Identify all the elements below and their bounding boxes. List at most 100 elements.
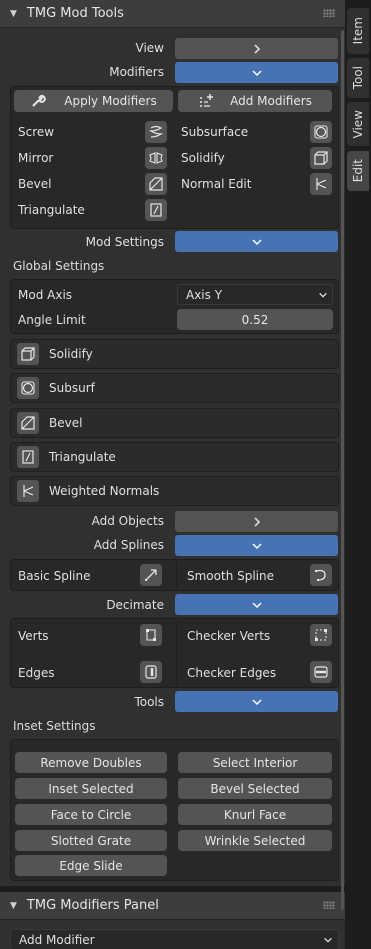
tab-tool-label: Tool: [351, 66, 365, 90]
normal-edit-icon: [316, 178, 327, 190]
wrench-icon: [32, 94, 47, 107]
mirror-button[interactable]: [145, 147, 167, 169]
subsurf-toggle[interactable]: [17, 377, 39, 399]
modifiers-expand-button[interactable]: [175, 62, 338, 83]
mirror-label: Mirror: [18, 151, 54, 165]
solidify-row[interactable]: Solidify: [10, 339, 339, 369]
chevron-down-icon: [251, 698, 262, 705]
tools-expand-button[interactable]: [175, 691, 338, 712]
edge-slide-button[interactable]: Edge Slide: [15, 855, 167, 876]
view-expand-button[interactable]: [175, 38, 338, 59]
chevron-down-icon: [324, 937, 332, 943]
tab-view[interactable]: View: [347, 102, 369, 146]
face-to-circle-button[interactable]: Face to Circle: [15, 804, 167, 825]
weighted-normals-toggle[interactable]: [17, 480, 39, 502]
bevel-icon: [149, 177, 163, 191]
add-modifier-label: Add Modifier: [19, 932, 95, 947]
inset-selected-button[interactable]: Inset Selected: [15, 778, 167, 799]
bevel-selected-button[interactable]: Bevel Selected: [178, 778, 332, 799]
panel-title: TMG Mod Tools: [26, 6, 124, 21]
add-objects-label: Add Objects: [91, 514, 164, 528]
chevron-down-icon: [251, 542, 262, 549]
apply-modifiers-button[interactable]: Apply Modifiers: [14, 90, 173, 112]
solidify-icon: [314, 151, 328, 165]
inset-settings-title: Inset Settings: [13, 719, 96, 733]
mod-axis-label: Mod Axis: [18, 288, 73, 302]
basic-spline-label: Basic Spline: [18, 569, 91, 583]
wrinkle-selected-button[interactable]: Wrinkle Selected: [178, 830, 332, 851]
checker-edges-button[interactable]: [310, 661, 332, 683]
screw-button[interactable]: [145, 121, 167, 143]
angle-limit-value: 0.52: [241, 312, 269, 327]
add-splines-label: Add Splines: [93, 538, 164, 552]
normal-edit-label: Normal Edit: [181, 177, 252, 191]
smooth-spline-button[interactable]: [310, 564, 332, 586]
modifiers-panel-title: TMG Modifiers Panel: [26, 898, 159, 913]
triangulate-row[interactable]: Triangulate: [10, 442, 339, 472]
decimate-box: [10, 618, 339, 688]
triangulate-button[interactable]: [145, 199, 167, 221]
angle-limit-field[interactable]: 0.52: [177, 309, 333, 330]
modifiers-panel-header[interactable]: ▼ TMG Modifiers Panel: [0, 892, 345, 920]
normal-edit-button[interactable]: [310, 173, 332, 195]
tab-tool[interactable]: Tool: [347, 58, 369, 98]
add-modifier-dropdown[interactable]: Add Modifier: [10, 929, 339, 949]
drag-grip-icon[interactable]: [323, 901, 335, 909]
collapse-triangle-icon[interactable]: ▼: [10, 9, 17, 19]
subsurface-button[interactable]: [310, 121, 332, 143]
mod-settings-label: Mod Settings: [85, 235, 164, 249]
solidify-button[interactable]: [310, 147, 332, 169]
collapse-triangle-icon[interactable]: ▼: [10, 901, 17, 911]
chevron-right-icon: [253, 516, 260, 527]
subsurf-row[interactable]: Subsurf: [10, 373, 339, 403]
triangulate-row-label: Triangulate: [49, 450, 116, 464]
global-settings-title: Global Settings: [13, 259, 105, 273]
slotted-grate-button[interactable]: Slotted Grate: [15, 830, 167, 851]
modifiers-label: Modifiers: [109, 65, 164, 79]
mod-settings-expand-button[interactable]: [175, 231, 338, 252]
sidebar-tabs: Item Tool View Edit: [345, 0, 371, 949]
solidify-toggle[interactable]: [17, 343, 39, 365]
checker-verts-button[interactable]: [310, 624, 332, 646]
tab-view-label: View: [351, 109, 365, 139]
subsurf-row-label: Subsurf: [49, 381, 95, 395]
scrollbar[interactable]: [341, 30, 344, 910]
add-objects-expand-button[interactable]: [175, 511, 338, 532]
subsurface-icon: [21, 381, 35, 395]
verts-label: Verts: [18, 629, 49, 643]
weighted-normals-row[interactable]: Weighted Normals: [10, 476, 339, 506]
checker-verts-label: Checker Verts: [187, 629, 271, 643]
subsurface-label: Subsurface: [181, 125, 249, 139]
verts-button[interactable]: [140, 624, 162, 646]
drag-grip-icon[interactable]: [323, 9, 335, 17]
basic-spline-button[interactable]: [140, 564, 162, 586]
checker-verts-icon: [315, 629, 327, 641]
screw-icon: [148, 125, 164, 138]
edges-button[interactable]: [140, 661, 162, 683]
decimate-label: Decimate: [106, 598, 164, 612]
mod-axis-value: Axis Y: [186, 287, 223, 302]
bevel-button[interactable]: [145, 173, 167, 195]
smooth-spline-icon: [315, 569, 326, 581]
tab-edit-label: Edit: [351, 159, 365, 183]
add-splines-expand-button[interactable]: [175, 535, 338, 556]
verts-icon: [146, 629, 156, 641]
solidify-icon: [21, 347, 35, 361]
tab-edit[interactable]: Edit: [347, 151, 369, 191]
select-interior-button[interactable]: Select Interior: [178, 752, 332, 773]
solidify-label: Solidify: [181, 151, 225, 165]
bevel-row[interactable]: Bevel: [10, 408, 339, 438]
triangulate-toggle[interactable]: [17, 446, 39, 468]
triangulate-icon: [22, 450, 34, 464]
bevel-toggle[interactable]: [17, 412, 39, 434]
tab-item-label: Item: [351, 17, 365, 45]
bevel-label: Bevel: [18, 177, 52, 191]
tab-item[interactable]: Item: [347, 8, 369, 54]
basic-spline-icon: [145, 569, 157, 581]
decimate-expand-button[interactable]: [175, 594, 338, 615]
panel-header[interactable]: ▼ TMG Mod Tools: [0, 0, 345, 28]
knurl-face-button[interactable]: Knurl Face: [178, 804, 332, 825]
remove-doubles-button[interactable]: Remove Doubles: [15, 752, 167, 773]
mod-axis-dropdown[interactable]: Axis Y: [177, 284, 333, 305]
add-modifiers-button[interactable]: Add Modifiers: [178, 90, 332, 112]
